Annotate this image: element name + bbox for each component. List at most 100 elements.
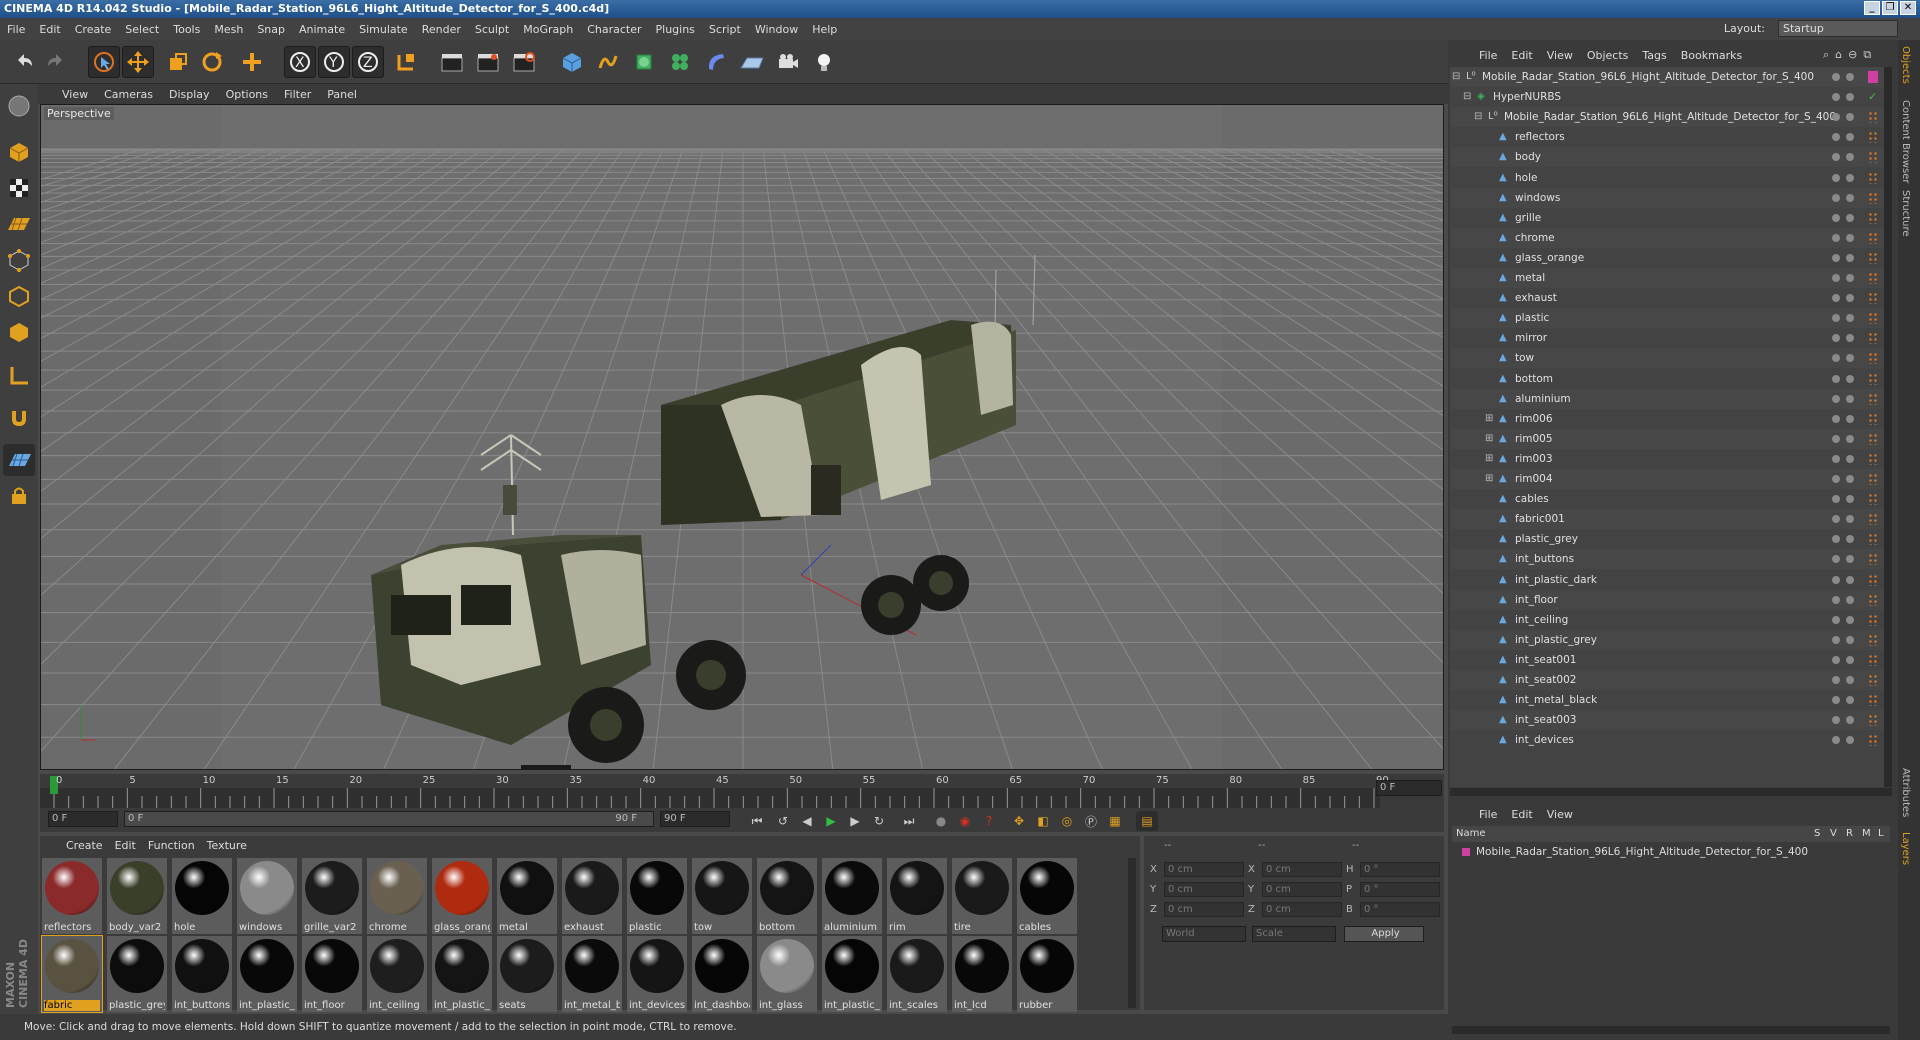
editor-visibility-dot[interactable] [1832,655,1840,664]
layout-dropdown[interactable]: Startup [1778,20,1898,37]
object-tree-row[interactable]: ▲ int_seat001 [1450,650,1892,670]
render-visibility-dot[interactable] [1846,635,1854,644]
menu-animate[interactable]: Animate [292,23,352,36]
editor-visibility-dot[interactable] [1832,495,1840,504]
material-swatch[interactable]: int_lcd [952,936,1012,1012]
editor-visibility-dot[interactable] [1832,153,1840,162]
object-tree-row[interactable]: ▲ bottom [1450,369,1892,389]
editor-visibility-dot[interactable] [1832,615,1840,624]
editor-visibility-dot[interactable] [1832,294,1840,303]
expand-toggle-icon[interactable]: ⊟ [1474,107,1482,127]
texture-tag-icon[interactable] [1868,553,1878,566]
object-tree-row[interactable]: ▲ tow [1450,348,1892,369]
timeline-window-icon[interactable]: ▤ [1136,811,1158,831]
object-tree-row[interactable]: ⊞ ▲ rim005 [1450,428,1892,449]
render-visibility-dot[interactable] [1846,213,1854,222]
editor-visibility-dot[interactable] [1832,635,1840,644]
editor-visibility-dot[interactable] [1832,475,1840,483]
object-tree-row[interactable]: ▲ int_floor [1450,589,1892,610]
menu-character[interactable]: Character [580,23,648,36]
object-tree-vscrollbar[interactable] [1884,67,1892,787]
home-icon[interactable]: ⌂ [1835,48,1842,62]
next-frame-icon[interactable]: ▶ [844,811,866,831]
editor-visibility-dot[interactable] [1832,676,1840,684]
live-selection-icon[interactable] [88,46,120,78]
editor-visibility-dot[interactable] [1832,454,1840,463]
texture-tag-icon[interactable] [1868,573,1878,586]
material-swatch[interactable]: int_plastic_l [822,936,882,1012]
texture-tag-icon[interactable] [1868,412,1878,425]
texture-tag-icon[interactable] [1868,633,1878,646]
menu-plugins[interactable]: Plugins [649,23,702,36]
render-visibility-dot[interactable] [1846,193,1854,202]
object-tree-row[interactable]: ⊟ L⁰ Mobile_Radar_Station_96L6_Hight_Altit… [1450,107,1892,128]
new-window-icon[interactable]: ⧉ [1863,48,1871,62]
render-visibility-dot[interactable] [1846,495,1854,504]
floor-icon[interactable] [736,46,768,78]
material-swatch[interactable]: int_dashboa [692,936,752,1012]
render-visibility-dot[interactable] [1846,173,1854,182]
texture-tag-icon[interactable] [1868,714,1878,727]
render-visibility-dot[interactable] [1846,595,1854,604]
tab-layers[interactable]: Layers [1900,832,1911,865]
render-visibility-dot[interactable] [1846,274,1854,282]
material-swatch[interactable]: fabric [41,935,103,1013]
render-visibility-dot[interactable] [1846,153,1854,162]
coordinate-field[interactable]: 0 cm [1164,902,1244,917]
material-swatch[interactable]: reflectors [42,858,102,934]
texture-tag-icon[interactable] [1868,111,1878,124]
expand-toggle-icon[interactable]: ⊞ [1485,409,1493,429]
texture-tag-icon[interactable] [1868,352,1878,365]
material-swatch[interactable]: hole [172,858,232,934]
object-tree-row[interactable]: ▲ metal [1450,268,1892,288]
coordinate-field[interactable]: 0 cm [1164,882,1244,897]
material-swatch[interactable]: plastic_grey [107,936,167,1012]
render-visibility-dot[interactable] [1846,354,1854,363]
material-menu-function[interactable]: Function [142,839,201,852]
texture-tag-icon[interactable] [1868,593,1878,606]
workplane-mode-icon[interactable] [3,208,35,240]
viewport-menu-display[interactable]: Display [161,88,218,101]
material-swatch[interactable]: int_buttons [172,936,232,1012]
coordinate-field[interactable]: 0 ° [1360,862,1440,877]
menu-simulate[interactable]: Simulate [352,23,415,36]
texture-tag-icon[interactable] [1868,493,1878,506]
menu-create[interactable]: Create [68,23,119,36]
rotate-tool-icon[interactable] [196,46,228,78]
texture-tag-icon[interactable] [1868,312,1878,325]
make-editable-icon[interactable] [3,90,35,122]
render-visibility-dot[interactable] [1846,133,1854,142]
editor-visibility-dot[interactable] [1832,535,1840,544]
coordinate-field[interactable]: 0 cm [1262,882,1342,897]
key-rotation-icon[interactable]: ◎ [1056,811,1078,831]
object-tree-row[interactable]: ▲ grille [1450,208,1892,228]
move-tool-icon[interactable] [122,46,154,78]
texture-tag-icon[interactable] [1868,231,1878,244]
object-menu-tags[interactable]: Tags [1635,49,1673,62]
layer-hscrollbar[interactable] [1452,1026,1890,1034]
subdivision-surface-icon[interactable] [628,46,660,78]
render-visibility-dot[interactable] [1846,454,1854,463]
object-tree-row[interactable]: ▲ int_seat003 [1450,710,1892,731]
object-tree-row[interactable]: ▲ exhaust [1450,288,1892,308]
material-swatch[interactable]: tow [692,858,752,934]
texture-tag-icon[interactable] [1868,674,1878,686]
model-mode-icon[interactable] [3,136,35,168]
expand-toggle-icon[interactable]: ⊞ [1485,449,1493,469]
render-visibility-dot[interactable] [1846,736,1854,745]
editor-visibility-dot[interactable] [1832,73,1840,81]
editor-visibility-dot[interactable] [1832,394,1840,403]
menu-script[interactable]: Script [702,23,748,36]
scale-tool-icon[interactable] [162,46,194,78]
viewport-menu-cameras[interactable]: Cameras [96,88,161,101]
texture-tag-icon[interactable] [1868,131,1878,144]
object-menu-bookmarks[interactable]: Bookmarks [1674,49,1749,62]
expand-toggle-icon[interactable]: ⊟ [1463,87,1471,107]
polygons-mode-icon[interactable] [3,316,35,348]
object-tree-row[interactable]: ▲ int_ceiling [1450,610,1892,630]
editor-visibility-dot[interactable] [1832,314,1840,323]
object-tree-row[interactable]: ▲ int_devices [1450,730,1892,750]
object-tree-row[interactable]: ⊟ L⁰ Mobile_Radar_Station_96L6_Hight_Altit… [1450,67,1892,87]
frame-range-slider[interactable]: 0 F 90 F [124,811,654,827]
texture-tag-icon[interactable] [1868,151,1878,164]
